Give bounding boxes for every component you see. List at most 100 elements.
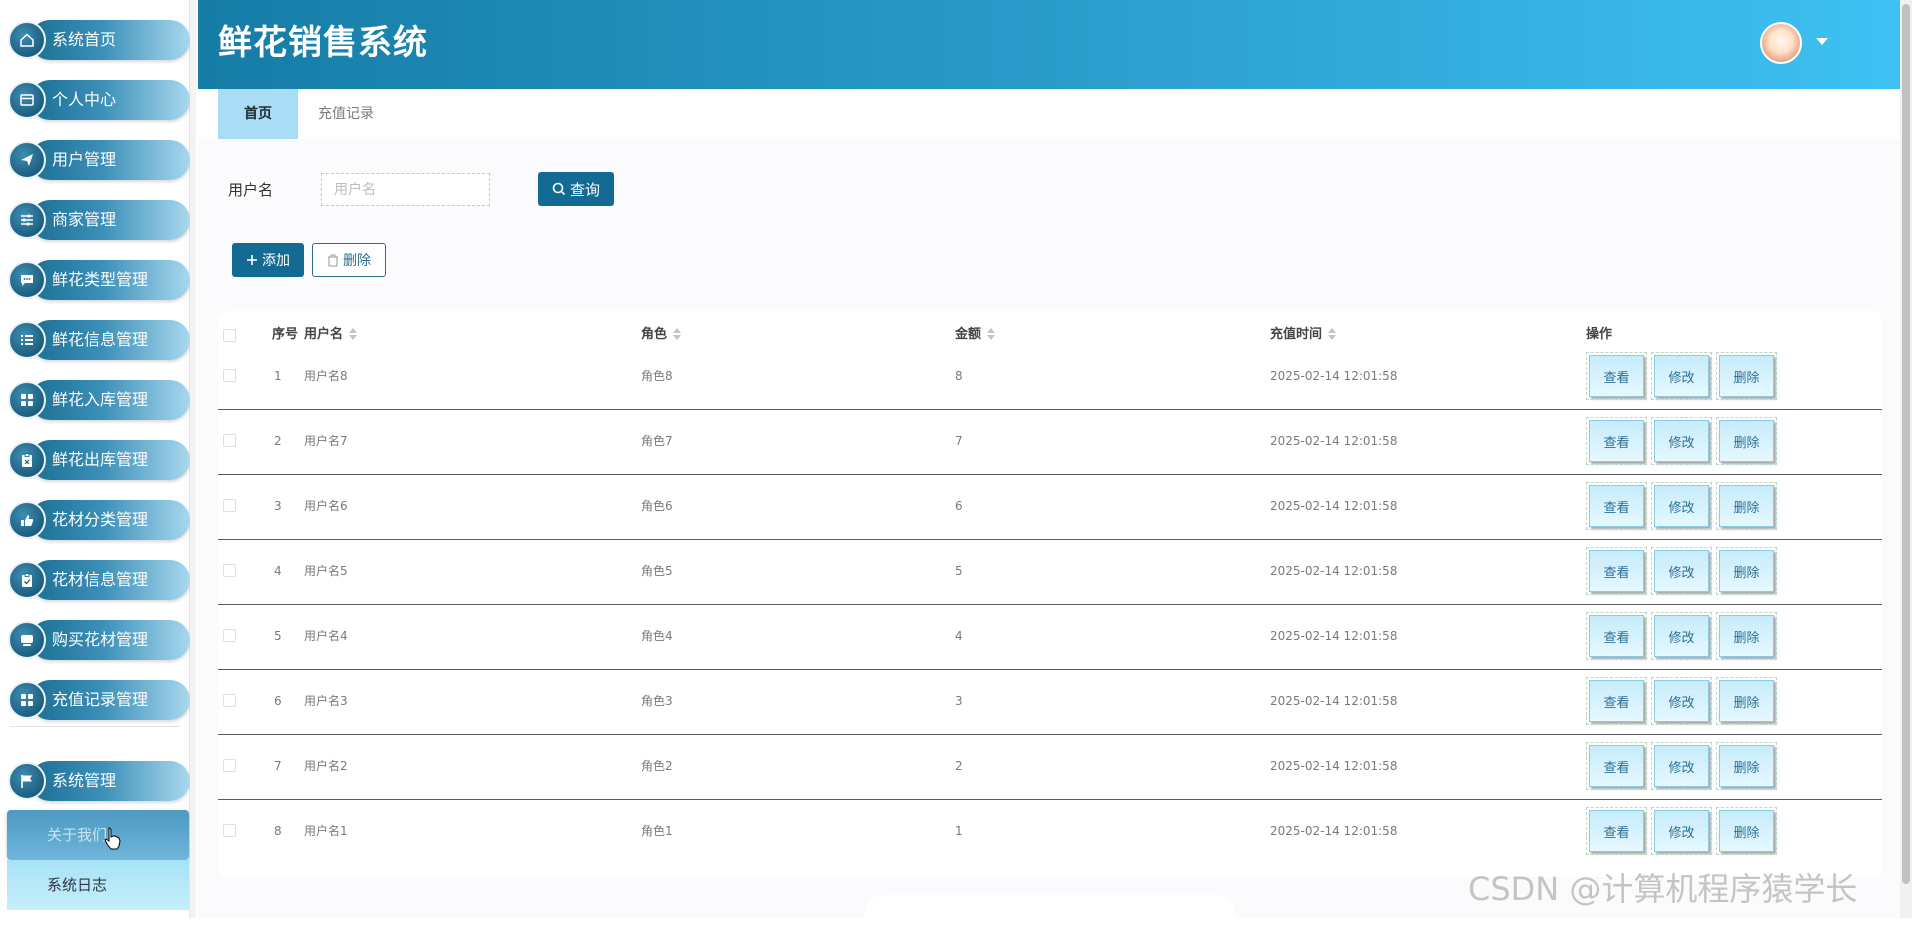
- row-checkbox[interactable]: [223, 564, 236, 577]
- view-button[interactable]: 查看: [1586, 417, 1647, 465]
- sidebar-item-material-category-management[interactable]: 花材分类管理: [8, 499, 190, 541]
- sidebar-item-flower-stock-out-management[interactable]: 鲜花出库管理: [8, 439, 190, 481]
- clipboard-icon: [8, 441, 46, 479]
- cell-role: 角色5: [641, 564, 673, 578]
- sidebar: 系统首页个人中心用户管理商家管理鲜花类型管理鲜花信息管理鲜花入库管理 鲜花出库管理…: [0, 0, 190, 918]
- send-icon: [8, 141, 46, 179]
- sidebar-item-flower-stock-in-management[interactable]: 鲜花入库管理: [8, 379, 190, 421]
- cell-time: 2025-02-14 12:01:58: [1270, 694, 1398, 708]
- sidebar-item-label: 系统首页: [52, 30, 117, 49]
- sidebar-item-material-info-management[interactable]: 花材信息管理: [8, 559, 190, 601]
- sidebar-item-recharge-record-management[interactable]: 充值记录管理: [8, 679, 190, 721]
- sidebar-item-label: 鲜花信息管理: [52, 330, 149, 349]
- sidebar-item-flower-type-management[interactable]: 鲜花类型管理: [8, 259, 190, 301]
- delete-button[interactable]: 删除: [1716, 417, 1777, 465]
- delete-button[interactable]: 删除: [1716, 677, 1777, 725]
- sidebar-item-label: 用户管理: [52, 150, 117, 169]
- sidebar-item-personal-center[interactable]: 个人中心: [8, 79, 190, 121]
- table-row: 5 用户名4 角色4 4 2025-02-14 12:01:58 查看 修改 删除: [218, 605, 1882, 670]
- view-button[interactable]: 查看: [1586, 482, 1647, 530]
- sort-icon[interactable]: [349, 327, 358, 340]
- view-button[interactable]: 查看: [1586, 612, 1647, 660]
- user-avatar[interactable]: [1760, 22, 1802, 64]
- cell-username: 用户名4: [304, 629, 348, 643]
- cell-role: 角色8: [641, 369, 673, 383]
- select-all-checkbox[interactable]: [223, 329, 236, 342]
- cell-index: 7: [274, 759, 282, 773]
- sidebar-item-user-management[interactable]: 用户管理: [8, 139, 190, 181]
- sidebar-item-system-management[interactable]: 系统管理: [8, 760, 190, 802]
- sort-icon[interactable]: [1328, 327, 1337, 340]
- edit-button[interactable]: 修改: [1651, 352, 1712, 400]
- sidebar-item-merchant-management[interactable]: 商家管理: [8, 199, 190, 241]
- delete-button[interactable]: 删除: [1716, 482, 1777, 530]
- view-button[interactable]: 查看: [1586, 742, 1647, 790]
- view-button[interactable]: 查看: [1586, 807, 1647, 855]
- cell-time: 2025-02-14 12:01:58: [1270, 824, 1398, 838]
- cell-role: 角色6: [641, 499, 673, 513]
- scrollbar-thumb[interactable]: [1902, 4, 1910, 884]
- edit-button[interactable]: 修改: [1651, 677, 1712, 725]
- delete-button[interactable]: 删除: [1716, 612, 1777, 660]
- mouse-pointer-icon: [104, 827, 121, 850]
- search-username-input[interactable]: [321, 173, 490, 206]
- cell-amount: 3: [955, 694, 963, 708]
- cell-index: 4: [274, 564, 282, 578]
- edit-button[interactable]: 修改: [1651, 742, 1712, 790]
- search-username-label: 用户名: [228, 181, 274, 199]
- query-button[interactable]: 查询: [538, 172, 614, 206]
- sidebar-item-label: 花材分类管理: [52, 510, 149, 529]
- submenu-item-about-us[interactable]: 关于我们: [7, 810, 189, 860]
- row-checkbox[interactable]: [223, 369, 236, 382]
- thumb-icon: [8, 501, 46, 539]
- delete-button[interactable]: 删除: [1716, 547, 1777, 595]
- submenu-item-system-log[interactable]: 系统日志: [7, 860, 189, 910]
- cell-index: 2: [274, 434, 282, 448]
- cell-time: 2025-02-14 12:01:58: [1270, 564, 1398, 578]
- monitor-icon: [8, 621, 46, 659]
- sidebar-item-purchase-material-management[interactable]: 购买花材管理: [8, 619, 190, 661]
- sidebar-item-home[interactable]: 系统首页: [8, 19, 190, 61]
- add-button[interactable]: 添加: [232, 243, 304, 277]
- sidebar-divider: [10, 726, 180, 727]
- edit-button[interactable]: 修改: [1651, 417, 1712, 465]
- row-checkbox[interactable]: [223, 434, 236, 447]
- tab-home[interactable]: 首页: [218, 89, 298, 139]
- sidebar-scrollbar[interactable]: [190, 0, 196, 918]
- view-button[interactable]: 查看: [1586, 547, 1647, 595]
- sidebar-item-label: 花材信息管理: [52, 570, 149, 589]
- cell-time: 2025-02-14 12:01:58: [1270, 499, 1398, 513]
- sliders-icon: [8, 201, 46, 239]
- watermark: CSDN @计算机程序猿学长: [1468, 870, 1858, 908]
- edit-button[interactable]: 修改: [1651, 612, 1712, 660]
- edit-button[interactable]: 修改: [1651, 547, 1712, 595]
- view-button[interactable]: 查看: [1586, 677, 1647, 725]
- row-checkbox[interactable]: [223, 499, 236, 512]
- query-button-label: 查询: [569, 180, 600, 199]
- sidebar-item-label: 系统管理: [52, 771, 117, 790]
- batch-delete-button[interactable]: 删除: [312, 243, 386, 277]
- delete-button[interactable]: 删除: [1716, 352, 1777, 400]
- cell-amount: 8: [955, 369, 963, 383]
- row-checkbox[interactable]: [223, 629, 236, 642]
- tab-recharge-records[interactable]: 充值记录: [306, 89, 386, 139]
- cell-username: 用户名8: [304, 369, 348, 383]
- row-checkbox[interactable]: [223, 694, 236, 707]
- edit-button[interactable]: 修改: [1651, 807, 1712, 855]
- delete-button[interactable]: 删除: [1716, 807, 1777, 855]
- column-header-amount-label: 金额: [955, 327, 982, 342]
- caret-down-icon[interactable]: [1816, 38, 1828, 45]
- delete-button[interactable]: 删除: [1716, 742, 1777, 790]
- view-button[interactable]: 查看: [1586, 352, 1647, 400]
- app-title: 鲜花销售系统: [218, 23, 428, 63]
- sort-icon[interactable]: [987, 327, 996, 340]
- row-checkbox[interactable]: [223, 759, 236, 772]
- page-scrollbar[interactable]: [1900, 0, 1912, 918]
- sidebar-item-flower-info-management[interactable]: 鲜花信息管理: [8, 319, 190, 361]
- sidebar-item-label: 个人中心: [52, 90, 117, 109]
- sort-icon[interactable]: [673, 327, 682, 340]
- row-checkbox[interactable]: [223, 824, 236, 837]
- window-icon: [8, 81, 46, 119]
- column-header-role-label: 角色: [641, 327, 668, 342]
- edit-button[interactable]: 修改: [1651, 482, 1712, 530]
